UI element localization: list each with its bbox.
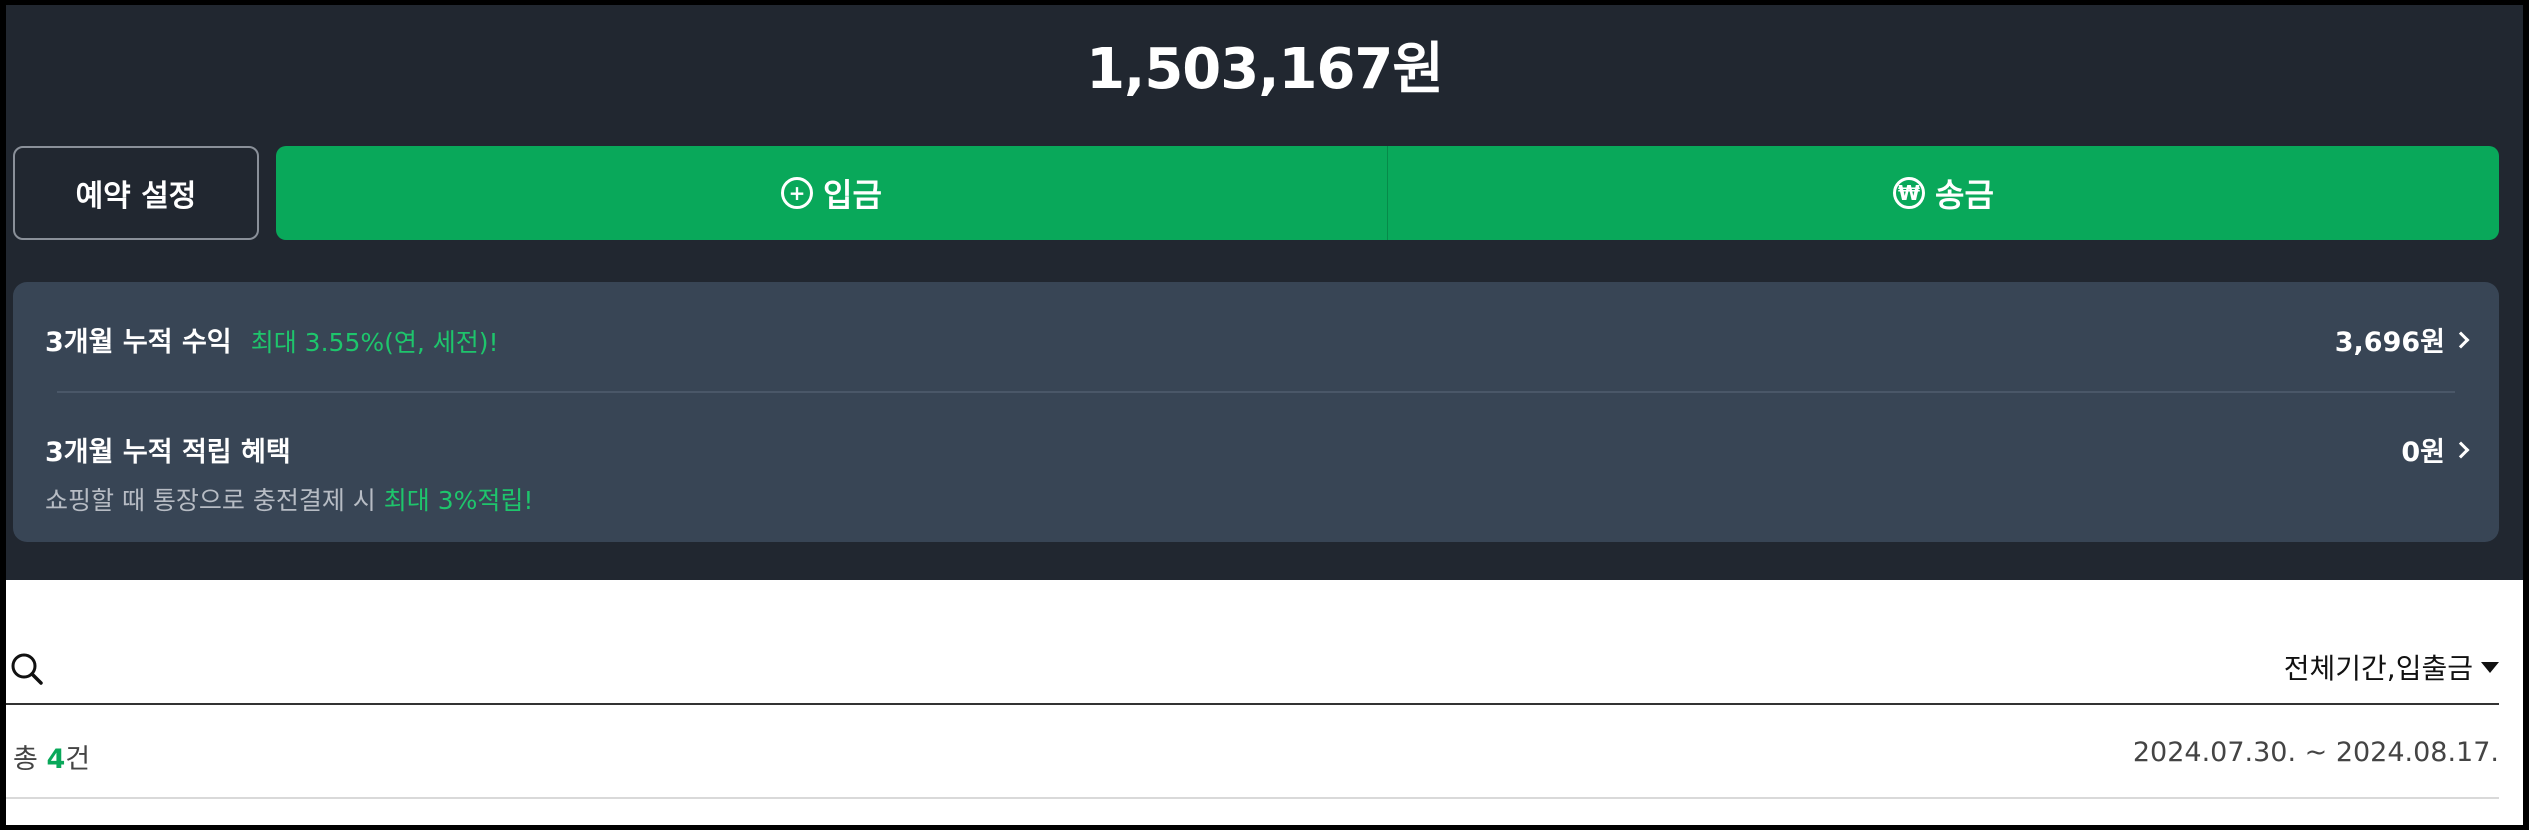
search-icon[interactable] xyxy=(10,652,44,686)
interest-rate-highlight: 최대 3.55%(연, 세전)! xyxy=(250,328,499,357)
interest-value: 3,696원 xyxy=(2334,320,2470,359)
transaction-count-row: 총 4건 2024.07.30. ~ 2024.08.17. xyxy=(6,727,2499,799)
rewards-subtext-highlight: 최대 3%적립! xyxy=(383,486,534,515)
transfer-button[interactable]: ₩ 송금 xyxy=(1388,146,2499,240)
search-filter-bar: 전체기간,입출금 xyxy=(6,635,2499,705)
rewards-title: 3개월 누적 적립 혜택 xyxy=(45,437,291,468)
count-number: 4 xyxy=(46,744,66,775)
rewards-amount: 0원 xyxy=(2401,437,2445,468)
caret-down-icon xyxy=(2481,661,2499,673)
rewards-subtext: 쇼핑할 때 통장으로 충전결제 시 최대 3%적립! xyxy=(45,481,2467,517)
interest-title: 3개월 누적 수익 xyxy=(45,327,232,358)
rewards-subtext-text: 쇼핑할 때 통장으로 충전결제 시 xyxy=(45,486,384,515)
chevron-right-icon xyxy=(2452,331,2470,348)
chevron-right-icon xyxy=(2452,441,2470,458)
account-header: 1,503,167원 예약 설정 + 입금 ₩ 송금 3개월 누적 수익 최대 … xyxy=(6,5,2523,580)
deposit-button-label: 입금 xyxy=(823,176,882,214)
won-circle-icon: ₩ xyxy=(1893,177,1926,209)
period-filter-dropdown[interactable]: 전체기간,입출금 xyxy=(2284,647,2499,687)
count-prefix: 총 xyxy=(13,744,47,775)
reserve-settings-button[interactable]: 예약 설정 xyxy=(13,146,259,240)
period-filter-label: 전체기간,입출금 xyxy=(2283,652,2473,685)
interest-row[interactable]: 3개월 누적 수익 최대 3.55%(연, 세전)! 3,696원 xyxy=(45,320,2470,359)
deposit-button[interactable]: + 입금 xyxy=(276,146,1387,240)
card-divider xyxy=(57,391,2455,393)
date-range: 2024.07.30. ~ 2024.08.17. xyxy=(2132,737,2499,768)
app-frame: 1,503,167원 예약 설정 + 입금 ₩ 송금 3개월 누적 수익 최대 … xyxy=(6,5,2523,825)
count-suffix: 건 xyxy=(65,744,91,775)
plus-circle-icon: + xyxy=(781,177,814,209)
interest-amount: 3,696원 xyxy=(2334,327,2445,358)
rewards-row[interactable]: 3개월 누적 적립 혜택 0원 쇼핑할 때 통장으로 충전결제 시 최대 3%적… xyxy=(45,430,2470,517)
account-balance: 1,503,167원 xyxy=(1086,37,1444,102)
transaction-count: 총 4건 xyxy=(13,737,90,776)
transfer-button-label: 송금 xyxy=(1935,176,1994,214)
action-button-group: + 입금 ₩ 송금 xyxy=(276,146,2499,240)
rewards-value: 0원 xyxy=(2401,430,2470,469)
summary-card: 3개월 누적 수익 최대 3.55%(연, 세전)! 3,696원 3개월 누적… xyxy=(13,282,2499,542)
